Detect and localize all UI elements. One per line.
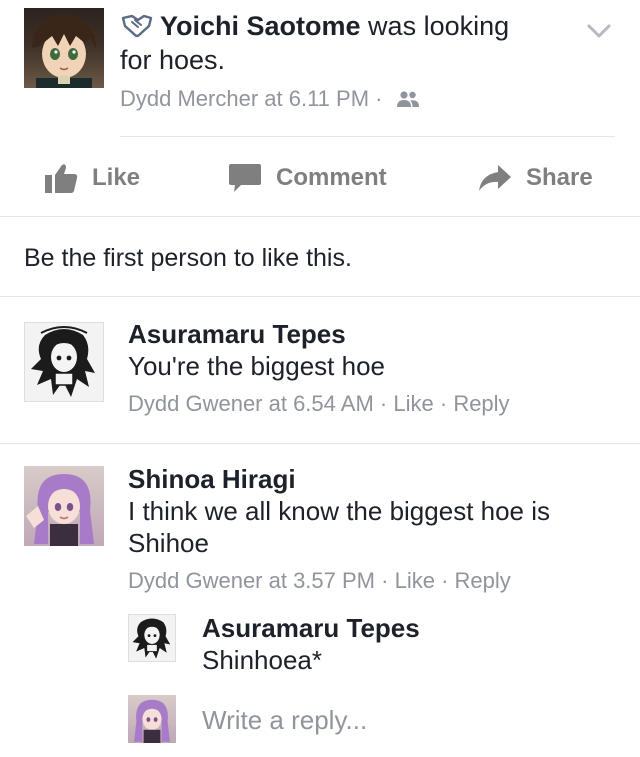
thumbs-up-icon: [45, 164, 78, 193]
post-author-avatar[interactable]: [24, 8, 104, 88]
post-status-continued: for hoes.: [120, 45, 226, 75]
meta-dot: ·: [381, 568, 395, 593]
comment-text-line: I think we all know the biggest hoe is: [128, 496, 551, 526]
share-button[interactable]: Share: [478, 158, 593, 198]
comment-timestamp[interactable]: Dydd Gwener at 6.54 AM: [128, 391, 374, 416]
monochrome-character-avatar-art: [31, 326, 95, 397]
post-divider: [120, 136, 615, 137]
like-label: Like: [92, 164, 141, 191]
meta-dot: ·: [379, 391, 394, 416]
comment-reply-link[interactable]: Reply: [453, 391, 509, 416]
comment-divider: [0, 443, 640, 444]
comment-like-link[interactable]: Like: [393, 391, 433, 416]
share-label: Share: [526, 164, 593, 191]
share-arrow-icon: [479, 165, 511, 191]
comment-author[interactable]: Shinoa Hiragi: [128, 463, 296, 495]
meta-dot: ·: [439, 391, 454, 416]
reply-author[interactable]: Asuramaru Tepes: [202, 612, 420, 644]
friends-icon[interactable]: [396, 86, 419, 116]
comment-like-link[interactable]: Like: [395, 568, 435, 593]
comment-meta: Dydd Gwener at 3.57 PM · Like · Reply: [128, 566, 511, 596]
comment-timestamp[interactable]: Dydd Gwener at 3.57 PM: [128, 568, 375, 593]
post-menu-chevron-down-icon[interactable]: [585, 20, 613, 42]
post-author-name[interactable]: Yoichi Saotome: [160, 11, 361, 41]
anime-boy-avatar-art: [32, 14, 96, 88]
purple-hair-character-avatar-art: [26, 474, 94, 546]
actions-divider: [0, 216, 640, 217]
comment-text-line: Shihoe: [128, 528, 209, 558]
current-user-avatar: [128, 695, 176, 743]
monochrome-character-avatar-art: [132, 618, 171, 659]
likes-summary[interactable]: Be the first person to like this.: [24, 240, 352, 276]
write-reply-input[interactable]: Write a reply...: [202, 703, 367, 737]
comment-bubble-icon: [229, 164, 261, 192]
reply-avatar[interactable]: [128, 614, 176, 662]
post-timestamp[interactable]: Dydd Mercher at 6.11 PM: [120, 86, 369, 111]
comment-meta: Dydd Gwener at 6.54 AM · Like · Reply: [128, 389, 510, 419]
post-status-text: was looking: [360, 11, 510, 41]
meta-dot: ·: [441, 568, 455, 593]
comment-text: You're the biggest hoe: [128, 351, 385, 381]
comment-avatar[interactable]: [24, 466, 104, 546]
comment-author[interactable]: Asuramaru Tepes: [128, 318, 346, 350]
comment-button[interactable]: Comment: [228, 158, 387, 198]
meta-separator: ·: [369, 86, 383, 111]
likes-divider: [0, 296, 640, 297]
comment-reply-link[interactable]: Reply: [455, 568, 511, 593]
post-meta: Dydd Mercher at 6.11 PM ·: [120, 84, 419, 116]
like-button[interactable]: Like: [44, 158, 140, 198]
purple-hair-character-avatar-art: [134, 699, 170, 743]
reply-text: Shinhoea*: [202, 645, 322, 675]
comment-avatar[interactable]: [24, 322, 104, 402]
comment-label: Comment: [276, 164, 387, 191]
